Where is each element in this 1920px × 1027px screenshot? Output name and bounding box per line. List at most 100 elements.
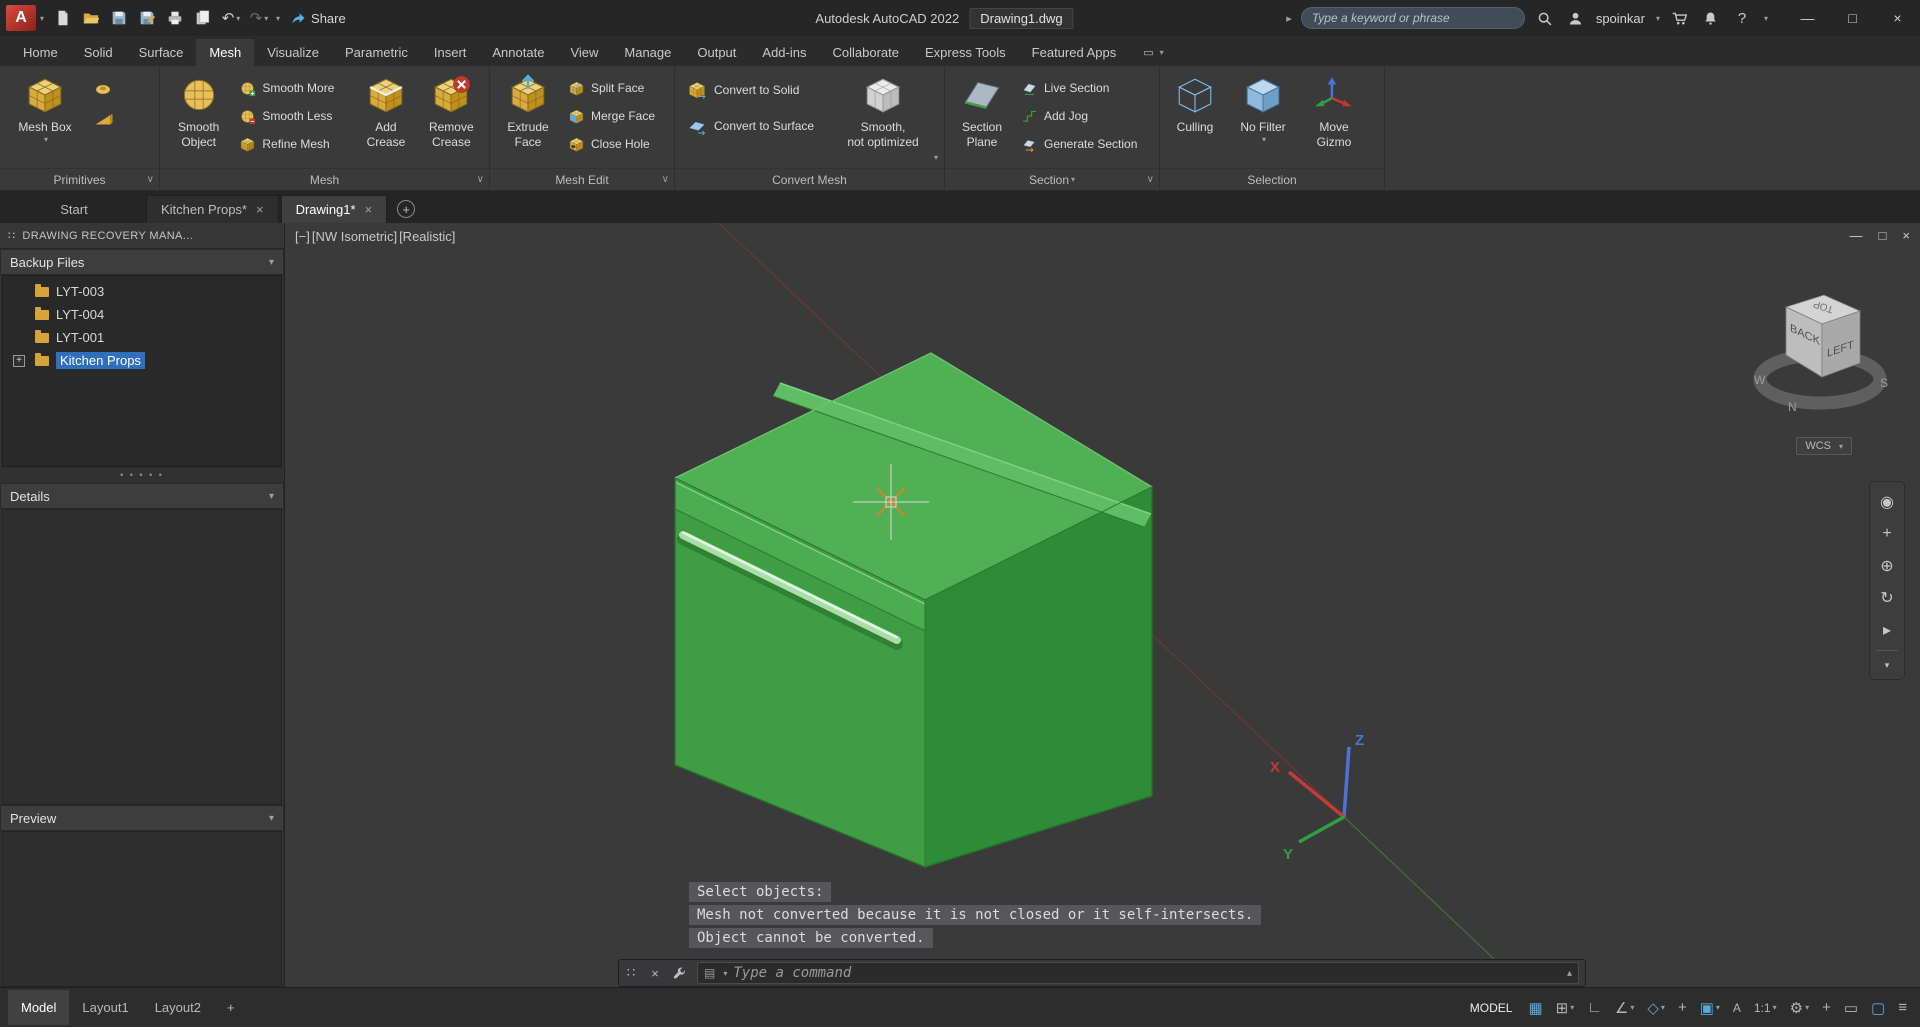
annotation-visibility-toggle[interactable]: A: [1728, 997, 1746, 1019]
annotation-scale-button[interactable]: 1:1 ▾: [1749, 997, 1782, 1019]
command-history-toggle-icon[interactable]: ▴: [1567, 968, 1572, 979]
tab-output[interactable]: Output: [684, 39, 749, 66]
tab-surface[interactable]: Surface: [126, 39, 197, 66]
tab-parametric[interactable]: Parametric: [332, 39, 421, 66]
search-button[interactable]: [1534, 7, 1556, 29]
close-hole-button[interactable]: Close Hole: [564, 132, 668, 156]
tab-featured-apps[interactable]: Featured Apps: [1019, 39, 1130, 66]
help-caret-icon[interactable]: ▾: [1764, 14, 1768, 23]
tab-collaborate[interactable]: Collaborate: [819, 39, 912, 66]
tab-manage[interactable]: Manage: [611, 39, 684, 66]
isolate-objects-button[interactable]: ▭: [1839, 995, 1863, 1021]
tab-view[interactable]: View: [557, 39, 611, 66]
tree-item-lyt-003[interactable]: LYT-003: [3, 280, 281, 303]
qat-customize-caret-icon[interactable]: ▾: [276, 14, 280, 23]
tab-home[interactable]: Home: [10, 39, 71, 66]
details-header[interactable]: Details ▾: [0, 483, 284, 509]
snap-mode-toggle[interactable]: ⊞ ▾: [1551, 995, 1580, 1021]
split-face-button[interactable]: Split Face: [564, 76, 668, 100]
drawing-viewport[interactable]: Z X Y [−] [NW Isometric] [Realistic] — □…: [285, 223, 1920, 987]
save-button[interactable]: [106, 5, 132, 31]
live-section-button[interactable]: Live Section: [1017, 76, 1153, 100]
smooth-not-optimized-button[interactable]: Smooth, not optimized: [838, 69, 928, 168]
palette-title-bar[interactable]: ∷ DRAWING RECOVERY MANA...: [0, 223, 284, 249]
command-line-dock[interactable]: ∷ × ▤ ▾ ▴: [618, 959, 1586, 987]
section-plane-button[interactable]: Section Plane: [951, 69, 1013, 168]
tab-insert[interactable]: Insert: [421, 39, 480, 66]
compass-west-label[interactable]: W: [1754, 373, 1766, 387]
tab-solid[interactable]: Solid: [71, 39, 126, 66]
convert-to-solid-button[interactable]: Convert to Solid: [681, 76, 834, 104]
layout2-tab[interactable]: Layout2: [142, 990, 214, 1025]
search-collapse-icon[interactable]: ▸: [1286, 12, 1292, 25]
mesh-box-button[interactable]: Mesh Box ▾: [6, 69, 84, 168]
app-logo[interactable]: A: [6, 5, 36, 31]
open-button[interactable]: [78, 5, 104, 31]
refine-mesh-button[interactable]: Refine Mesh: [235, 132, 352, 156]
tab-add-ins[interactable]: Add-ins: [749, 39, 819, 66]
customize-menu-button[interactable]: ≡: [1893, 995, 1912, 1020]
tab-mesh[interactable]: Mesh: [196, 39, 255, 66]
tree-item-kitchen-props[interactable]: + Kitchen Props: [3, 349, 281, 372]
file-tab-kitchen-props[interactable]: Kitchen Props* ×: [146, 195, 279, 223]
panel-primitives-label[interactable]: Primitives ∨: [0, 168, 159, 190]
maximize-button[interactable]: □: [1830, 0, 1875, 36]
new-layout-button[interactable]: +: [214, 990, 248, 1025]
viewport-menu-control[interactable]: [−]: [295, 229, 310, 244]
culling-button[interactable]: Culling: [1166, 69, 1224, 168]
recent-commands-caret-icon[interactable]: ▾: [723, 969, 727, 978]
polar-tracking-toggle[interactable]: ∠ ▾: [1610, 995, 1639, 1021]
command-line-close-button[interactable]: ×: [643, 960, 667, 986]
palette-resize-handle[interactable]: • • • • •: [0, 467, 284, 483]
model-tab[interactable]: Model: [8, 990, 70, 1025]
new-drawing-button[interactable]: [50, 5, 76, 31]
smooth-more-button[interactable]: Smooth More: [235, 76, 352, 100]
extrude-face-button[interactable]: Extrude Face: [496, 69, 560, 168]
orbit-button[interactable]: ↻: [1873, 584, 1901, 612]
expand-toggle[interactable]: +: [13, 354, 25, 367]
show-motion-button[interactable]: ▸: [1873, 616, 1901, 644]
grid-display-toggle[interactable]: ▦: [1523, 995, 1547, 1021]
view-cube[interactable]: W N S TOP BACK LEFT: [1746, 285, 1894, 433]
sheet-set-manager-button[interactable]: [190, 5, 216, 31]
zoom-button[interactable]: ⊕: [1873, 552, 1901, 580]
object-snap-tracking-toggle[interactable]: +: [1673, 995, 1692, 1020]
app-menu-caret-icon[interactable]: ▾: [40, 14, 44, 23]
plot-button[interactable]: [162, 5, 188, 31]
share-button[interactable]: Share: [290, 10, 346, 26]
close-tab-icon[interactable]: ×: [256, 202, 264, 217]
panel-mesh-label[interactable]: Mesh ∨: [160, 168, 489, 190]
user-avatar[interactable]: [1565, 7, 1587, 29]
new-tab-button[interactable]: +: [397, 200, 416, 218]
annotation-monitor-toggle[interactable]: +: [1817, 995, 1836, 1020]
drawing-restore-icon[interactable]: □: [1879, 228, 1887, 243]
command-line-grip[interactable]: ∷: [619, 960, 643, 986]
ribbon-display-toggle[interactable]: ▭ ▾: [1143, 46, 1163, 66]
model-space-indicator[interactable]: MODEL: [1462, 997, 1521, 1019]
smooth-object-button[interactable]: Smooth Object: [166, 69, 231, 168]
navbar-options-caret-icon[interactable]: ▾: [1873, 657, 1901, 673]
panel-convert-mesh-label[interactable]: Convert Mesh: [675, 168, 944, 190]
panel-selection-label[interactable]: Selection: [1160, 168, 1384, 190]
tab-visualize[interactable]: Visualize: [254, 39, 332, 66]
merge-face-button[interactable]: Merge Face: [564, 104, 668, 128]
add-crease-button[interactable]: Add Crease: [356, 69, 415, 168]
undo-button[interactable]: ↶ ▾: [218, 5, 244, 31]
visual-style-control[interactable]: [Realistic]: [399, 229, 455, 244]
command-line-customize-button[interactable]: [667, 960, 691, 986]
convert-to-surface-button[interactable]: Convert to Surface: [681, 112, 834, 140]
compass-south-label[interactable]: S: [1880, 376, 1888, 390]
view-name-control[interactable]: [NW Isometric]: [312, 229, 397, 244]
layout1-tab[interactable]: Layout1: [69, 990, 141, 1025]
tab-annotate[interactable]: Annotate: [479, 39, 557, 66]
minimize-button[interactable]: —: [1785, 0, 1830, 36]
compass-north-label[interactable]: N: [1788, 400, 1797, 414]
account-caret-icon[interactable]: ▾: [1656, 14, 1660, 23]
add-jog-button[interactable]: Add Jog: [1017, 104, 1153, 128]
graphics-performance-toggle[interactable]: ▢: [1866, 995, 1890, 1021]
preview-header[interactable]: Preview ▾: [0, 805, 284, 831]
object-snap-toggle[interactable]: ▣ ▾: [1695, 995, 1725, 1021]
drawing-canvas[interactable]: Z X Y: [285, 223, 1920, 987]
panel-section-label[interactable]: Section ▾ ∨: [945, 168, 1159, 190]
app-store-button[interactable]: [1669, 7, 1691, 29]
